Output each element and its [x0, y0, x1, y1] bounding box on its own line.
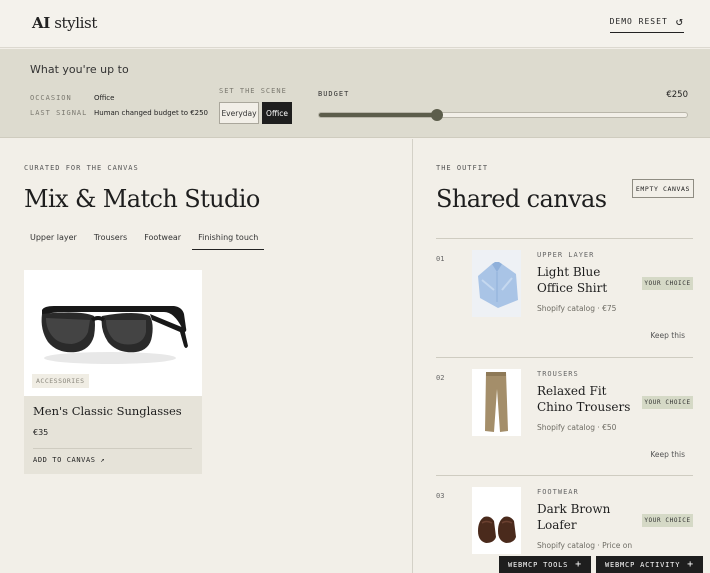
item-category: TROUSERS: [537, 370, 579, 378]
budget-label: BUDGET: [318, 90, 350, 98]
demo-reset-label: DEMO RESET: [609, 16, 668, 26]
product-card[interactable]: ACCESSORIES Men's Classic Sunglasses €35…: [24, 270, 202, 474]
budget-slider-fill: [319, 113, 437, 117]
item-source-price: Shopify catalog · €50: [537, 423, 617, 432]
app-logo[interactable]: AI stylist: [32, 14, 97, 32]
keep-this-button[interactable]: Keep this: [650, 331, 685, 340]
loafer-icon: [472, 487, 521, 554]
item-category: UPPER LAYER: [537, 251, 595, 259]
webmcp-tools-label: WEBMCP TOOLS: [508, 560, 569, 569]
budget-slider[interactable]: [318, 109, 688, 121]
item-image-trousers: [472, 369, 521, 436]
item-image-loafer: [472, 487, 521, 554]
product-image-sunglasses: ACCESSORIES: [24, 270, 202, 396]
your-choice-badge: YOUR CHOICE: [642, 396, 693, 409]
your-choice-badge: YOUR CHOICE: [642, 514, 693, 527]
product-price: €35: [33, 428, 49, 437]
outfit-item: 01 UPPER LAYER Light Blue Office Shirt S…: [436, 239, 693, 357]
scene-label: SET THE SCENE: [219, 87, 287, 95]
plus-icon: +: [575, 559, 582, 570]
canvas-title: Shared canvas: [436, 185, 607, 213]
item-number: 01: [436, 255, 445, 263]
tab-upper-layer[interactable]: Upper layer: [24, 229, 83, 250]
empty-canvas-button[interactable]: EMPTY CANVAS: [632, 179, 694, 198]
top-header: AI stylist DEMO RESET ↺: [0, 0, 710, 48]
webmcp-activity-button[interactable]: WEBMCP ACTIVITY +: [596, 556, 703, 573]
product-name: Men's Classic Sunglasses: [33, 404, 182, 418]
category-tabs: Upper layer Trousers Footwear Finishing …: [24, 229, 269, 250]
studio-eyebrow: CURATED FOR THE CANVAS: [24, 164, 139, 172]
trousers-icon: [472, 369, 521, 436]
item-number: 02: [436, 374, 445, 382]
plus-icon: +: [687, 559, 694, 570]
canvas-pane: THE OUTFIT Shared canvas EMPTY CANVAS 01…: [413, 139, 710, 573]
add-to-canvas-button[interactable]: ADD TO CANVAS ↗: [33, 456, 105, 464]
your-choice-badge: YOUR CHOICE: [642, 277, 693, 290]
context-title: What you're up to: [30, 63, 129, 76]
shirt-icon: [472, 250, 521, 317]
product-category-tag: ACCESSORIES: [32, 374, 89, 388]
webmcp-activity-label: WEBMCP ACTIVITY: [605, 560, 681, 569]
tab-trousers[interactable]: Trousers: [88, 229, 133, 250]
webmcp-tools-button[interactable]: WEBMCP TOOLS +: [499, 556, 591, 573]
item-name: Light Blue Office Shirt: [537, 265, 608, 295]
item-source-price: Shopify catalog · €75: [537, 304, 617, 313]
last-signal-value: Human changed budget to €250: [94, 109, 209, 117]
occasion-value: Office: [94, 94, 115, 102]
item-name: Relaxed Fit Chino Trousers: [537, 384, 631, 414]
outfit-item: 02 TROUSERS Relaxed Fit Chino Trousers S…: [436, 358, 693, 476]
product-divider: [33, 448, 192, 449]
tab-footwear[interactable]: Footwear: [138, 229, 187, 250]
item-name: Dark Brown Loafer: [537, 502, 611, 532]
budget-value: €250: [666, 90, 688, 100]
budget-slider-thumb[interactable]: [430, 109, 443, 121]
keep-this-button[interactable]: Keep this: [650, 450, 685, 459]
occasion-label: OCCASION: [30, 94, 72, 102]
item-image-shirt: [472, 250, 521, 317]
studio-pane: CURATED FOR THE CANVAS Mix & Match Studi…: [0, 139, 412, 573]
demo-reset-button[interactable]: DEMO RESET ↺: [609, 14, 684, 33]
tab-finishing-touch[interactable]: Finishing touch: [192, 229, 265, 250]
context-band: What you're up to OCCASION Office LAST S…: [0, 49, 710, 138]
item-source-price: Shopify catalog · Price on: [537, 541, 633, 550]
scene-office-button[interactable]: Office: [262, 102, 292, 124]
scene-everyday-button[interactable]: Everyday: [219, 102, 259, 124]
refresh-icon: ↺: [675, 14, 684, 28]
last-signal-label: LAST SIGNAL: [30, 109, 88, 117]
item-number: 03: [436, 492, 445, 500]
canvas-eyebrow: THE OUTFIT: [436, 164, 489, 172]
studio-title: Mix & Match Studio: [24, 185, 260, 213]
item-category: FOOTWEAR: [537, 488, 579, 496]
